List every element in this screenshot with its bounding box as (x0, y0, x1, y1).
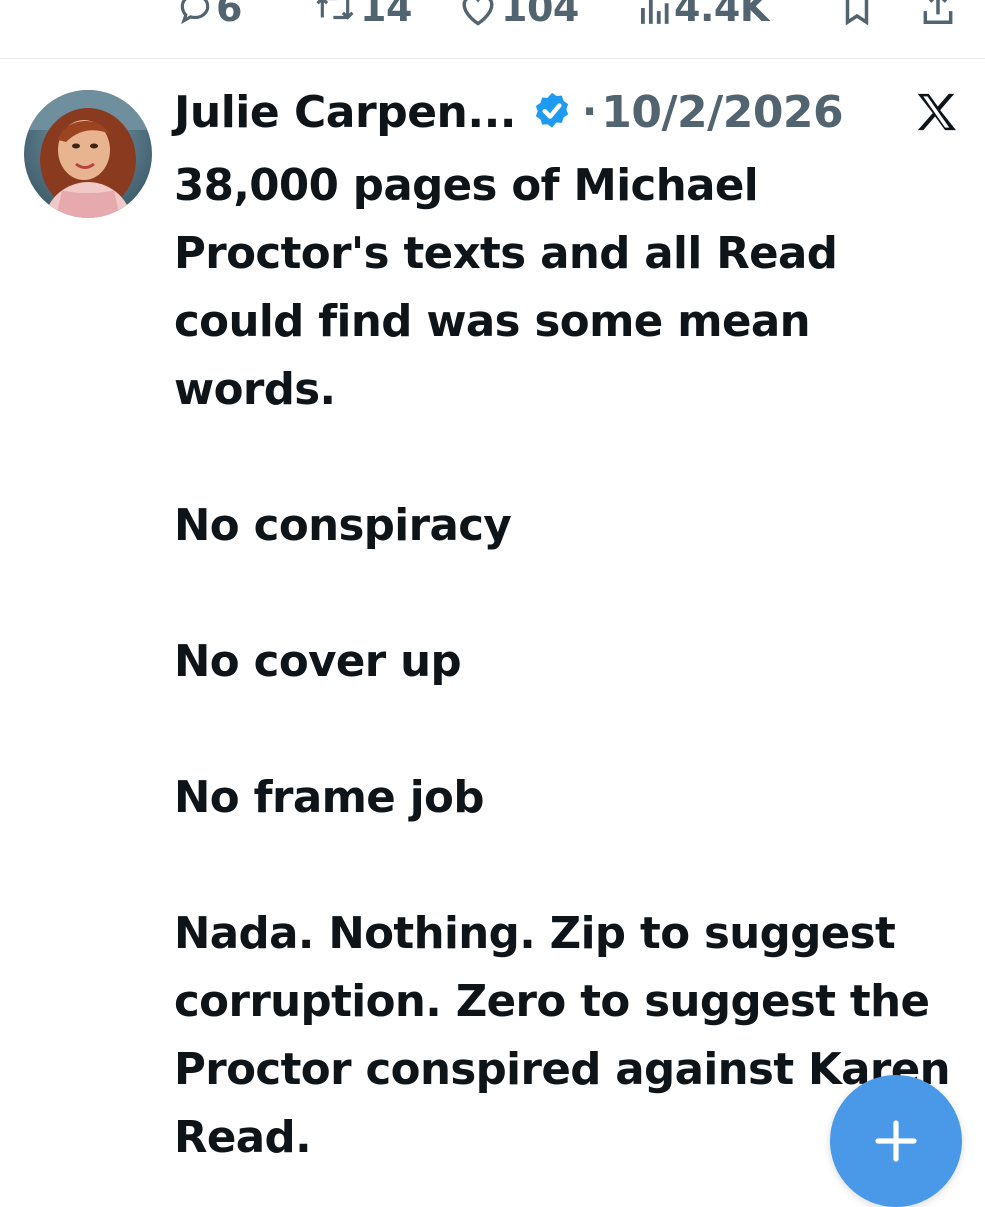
reply-count: 6 (216, 0, 242, 30)
tweet-paragraph: No conspiracy (174, 501, 512, 551)
repost-icon (316, 0, 354, 20)
verified-badge-icon (535, 92, 569, 128)
header-separator: · (582, 89, 598, 135)
avatar-photo (24, 90, 152, 218)
like-icon (462, 0, 494, 26)
views-count: 4.4K (674, 0, 769, 30)
reply-icon (180, 0, 210, 25)
like-count: 104 (501, 0, 579, 30)
bookmark-icon (845, 0, 869, 26)
tweet-header: Julie Carpen... · 10/2/2026 (174, 80, 844, 144)
x-logo-icon (917, 93, 956, 131)
plus-icon (875, 1120, 917, 1162)
tweet-body: 38,000 pages of Michael Proctor's texts … (174, 152, 974, 1172)
tweet-paragraph: 38,000 pages of Michael Proctor's texts … (174, 161, 852, 415)
share-icon (923, 0, 953, 24)
compose-button[interactable] (830, 1075, 962, 1207)
tweet-date[interactable]: 10/2/2026 (601, 87, 843, 138)
repost-button[interactable]: 14 (312, 0, 412, 38)
tweet-paragraph: No frame job (174, 773, 484, 823)
author-name[interactable]: Julie Carpen... (174, 87, 517, 138)
like-button[interactable]: 104 (457, 0, 579, 38)
bookmark-button[interactable] (840, 0, 874, 38)
reply-button[interactable]: 6 (176, 0, 242, 38)
repost-count: 14 (360, 0, 412, 30)
tweet-paragraph: No cover up (174, 637, 462, 687)
views-button[interactable]: 4.4K (636, 0, 769, 38)
previous-tweet-action-bar: 6 14 104 4.4K (0, 0, 985, 59)
views-icon (641, 0, 669, 24)
author-avatar[interactable] (24, 90, 152, 218)
share-button[interactable] (920, 0, 956, 38)
